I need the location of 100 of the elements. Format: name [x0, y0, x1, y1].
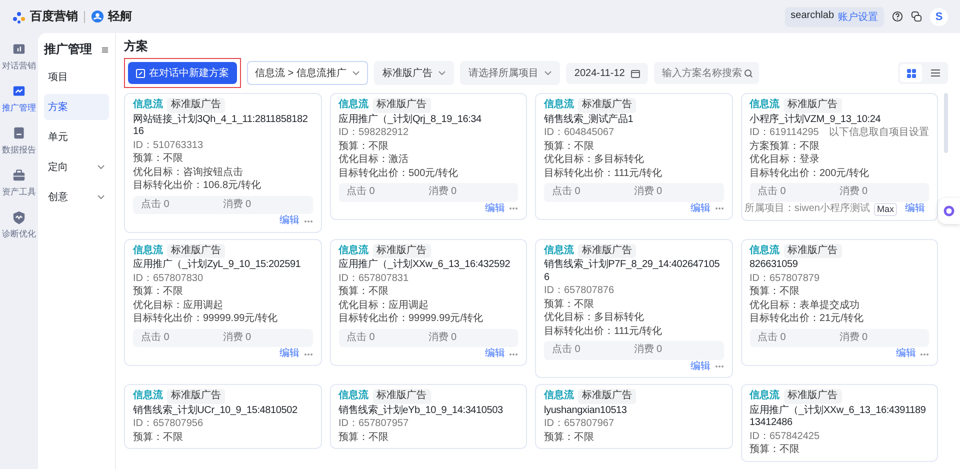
nav-rail-item[interactable]: 诊断优化	[0, 209, 39, 241]
ad-type-select[interactable]: 标准版广告	[374, 61, 454, 85]
plan-card[interactable]: 信息流 标准版广告 826631059 ID：657807879 预算：不限 优化目标：表单提交成功 目标转化出价：21元/转化 点击 0 消费 0 编辑	[740, 238, 938, 366]
edit-link[interactable]: 编辑	[690, 202, 710, 215]
edit-link[interactable]: 编辑	[485, 202, 505, 215]
more-icon[interactable]	[714, 207, 724, 210]
edit-link[interactable]: 编辑	[280, 215, 300, 228]
search-field[interactable]: 输入方案名称搜索	[654, 62, 759, 84]
plan-card[interactable]: 信息流 标准版广告 lyushangxian10513 ID：657807967 预算：不限	[535, 384, 732, 449]
nav-rail-item[interactable]: 推广管理	[0, 83, 39, 115]
sidebar-item[interactable]: 定向	[44, 154, 109, 180]
stat-text: 点击 0	[552, 344, 582, 356]
channel-select[interactable]: 信息流 > 信息流推广	[247, 61, 368, 85]
stat-text: 消费 0	[428, 332, 458, 344]
plan-card[interactable]: 信息流 标准版广告 销售线索_计划P7F_8_29_14:4026471056 ID：657807876 预算：不限 优化目标：多目标转化 目标转化出价：111元/转化 点击 0 消费 0 编辑	[535, 238, 732, 378]
plan-card[interactable]: 信息流 标准版广告 销售线索_计划eYb_10_9_14:3410503 ID：657807957 预算：不限	[330, 384, 527, 449]
edit-icon	[136, 68, 145, 78]
channel-label: 信息流	[133, 244, 163, 257]
more-icon[interactable]	[509, 207, 518, 210]
plan-card[interactable]: 信息流 标准版广告 应用推广（_计划XXw_6_13_16:439118913412486 ID：657842425 预算：不限	[740, 384, 938, 462]
ad-type-tag: 标准版广告	[578, 389, 636, 404]
grid-icon	[906, 68, 916, 78]
user-avatar[interactable]: S	[930, 8, 948, 26]
channel-label: 信息流	[133, 99, 163, 112]
plan-field: 优化目标：应用调起	[338, 300, 518, 312]
ad-type-tag: 标准版广告	[372, 244, 430, 258]
plan-field: 预算：不限	[133, 432, 312, 444]
edit-link[interactable]: 编辑	[905, 202, 925, 216]
source-note: 以下信息取自项目设置	[829, 127, 929, 140]
sidebar-item[interactable]: 创意	[44, 184, 109, 210]
channel-label: 信息流	[338, 390, 368, 402]
plan-field: 目标转化出价：21元/转化	[750, 313, 929, 326]
stat-text: 点击 0	[141, 198, 170, 211]
stat-text: 点击 0	[758, 332, 787, 344]
plan-field: 预算：不限	[338, 286, 518, 298]
search-icon	[744, 68, 753, 78]
stat-text: 点击 0	[552, 186, 582, 198]
ad-type-tag: 标准版广告	[372, 389, 430, 404]
date-picker[interactable]: 2024-11-12	[566, 62, 648, 84]
plan-card[interactable]: 信息流 标准版广告 小程序_计划VZM_9_13_10:24 ID：619114295 以下信息取自项目设置 方案预算：不限 优化目标：登录 目标转化出价：200元/转化 点击 0 消费 0 所属项目：siwen小程序测试 Max 编辑	[740, 93, 938, 221]
chevron-down-icon	[352, 69, 360, 77]
channel-label: 信息流	[750, 244, 780, 257]
nav-rail-item[interactable]: 数据报告	[0, 125, 39, 157]
more-icon[interactable]	[714, 365, 724, 368]
edit-link[interactable]: 编辑	[280, 348, 300, 360]
plan-field: 目标转化出价：99999.99元/转化	[338, 313, 518, 326]
plan-title: 应用推广（_计划ZyL_9_10_15:202591	[133, 259, 302, 272]
plan-field: 优化目标：应用调起	[133, 300, 312, 312]
plan-field: 预算：不限	[133, 286, 312, 298]
list-icon	[930, 69, 940, 77]
document-icon	[11, 125, 27, 141]
sidebar-title: 推广管理	[44, 41, 92, 58]
chevron-down-icon	[438, 69, 446, 77]
plan-card[interactable]: 信息流 标准版广告 应用推广（_计划ZyL_9_10_15:202591 ID：657807830 预算：不限 优化目标：应用调起 目标转化出价：99999.99元/转化 点击 0 消费 0 编辑	[124, 238, 322, 366]
channel-label: 信息流	[750, 99, 780, 112]
chat-icon[interactable]	[911, 11, 922, 22]
more-icon[interactable]	[509, 352, 518, 356]
max-badge: Max	[874, 202, 897, 216]
stat-text: 消费 0	[222, 332, 252, 344]
nav-rail-item[interactable]: 对话营销	[0, 41, 39, 73]
new-plan-button[interactable]: 在对话中新建方案	[128, 62, 237, 84]
sidebar-item[interactable]: 项目	[44, 64, 109, 90]
page-title: 方案	[124, 38, 149, 55]
plan-field: 目标转化出价：200元/转化	[750, 168, 929, 180]
channel-label: 信息流	[338, 99, 368, 112]
plan-field: 优化目标：表单提交成功	[750, 300, 929, 312]
collapse-icon[interactable]	[101, 46, 109, 54]
help-icon[interactable]	[892, 11, 903, 22]
stat-text: 点击 0	[141, 332, 170, 344]
edit-link[interactable]: 编辑	[690, 360, 710, 373]
project-select[interactable]: 请选择所属项目	[460, 61, 560, 85]
grid-view-button[interactable]	[900, 64, 922, 82]
ad-type-tag: 标准版广告	[578, 98, 636, 112]
plan-card[interactable]: 信息流 标准版广告 应用推广（_计划XXw_6_13_16:432592 ID：657807831 预算：不限 优化目标：应用调起 目标转化出价：99999.99元/转化 点击 0 消费 0 编辑	[330, 238, 527, 366]
plan-id: ID：657807876	[544, 285, 614, 298]
more-icon[interactable]	[304, 352, 312, 356]
sidebar-item[interactable]: 方案	[44, 94, 109, 120]
plan-card[interactable]: 信息流 标准版广告 销售线索_测试产品1 ID：604845067 预算：不限 优化目标：多目标转化 目标转化出价：111元/转化 点击 0 消费 0 编辑	[535, 93, 732, 220]
assistant-button[interactable]	[938, 198, 960, 224]
plan-card[interactable]: 信息流 标准版广告 应用推广（_计划Qrj_8_19_16:34 ID：598282912 预算：不限 优化目标：激活 目标转化出价：500元/转化 点击 0 消费 0 编辑	[330, 93, 527, 220]
plan-field: 方案预算：不限	[750, 140, 929, 153]
brand-name: 百度营销	[30, 8, 78, 25]
account-settings-link[interactable]: 账户设置	[838, 10, 878, 24]
edit-link[interactable]: 编辑	[485, 348, 505, 360]
edit-link[interactable]: 编辑	[896, 348, 916, 360]
plan-card[interactable]: 信息流 标准版广告 网站链接_计划3Qh_4_1_11:281185818216 ID：510763313 预算：不限 优化目标：咨询按钮点击 目标转化出价：106.8元/转化 点击 0 消费 0 编辑	[124, 93, 322, 232]
sidebar-item[interactable]: 单元	[44, 124, 109, 150]
channel-label: 信息流	[544, 99, 574, 112]
plan-card[interactable]: 信息流 标准版广告 销售线索_计划UCr_10_9_15:4810502 ID：657807956 预算：不限	[124, 384, 322, 449]
ad-type-tag: 标准版广告	[167, 389, 225, 404]
plan-title: 应用推广（_计划Qrj_8_19_16:34	[338, 114, 482, 126]
more-icon[interactable]	[920, 352, 929, 356]
plan-id: ID：510763313	[133, 140, 204, 152]
chart-icon	[11, 41, 27, 57]
more-icon[interactable]	[304, 220, 312, 223]
chevron-down-icon	[97, 193, 105, 201]
briefcase-icon	[11, 167, 27, 183]
plan-id: ID：619114295	[750, 127, 819, 140]
plan-field: 预算：不限	[750, 444, 929, 456]
plan-field: 目标转化出价：500元/转化	[338, 168, 518, 180]
